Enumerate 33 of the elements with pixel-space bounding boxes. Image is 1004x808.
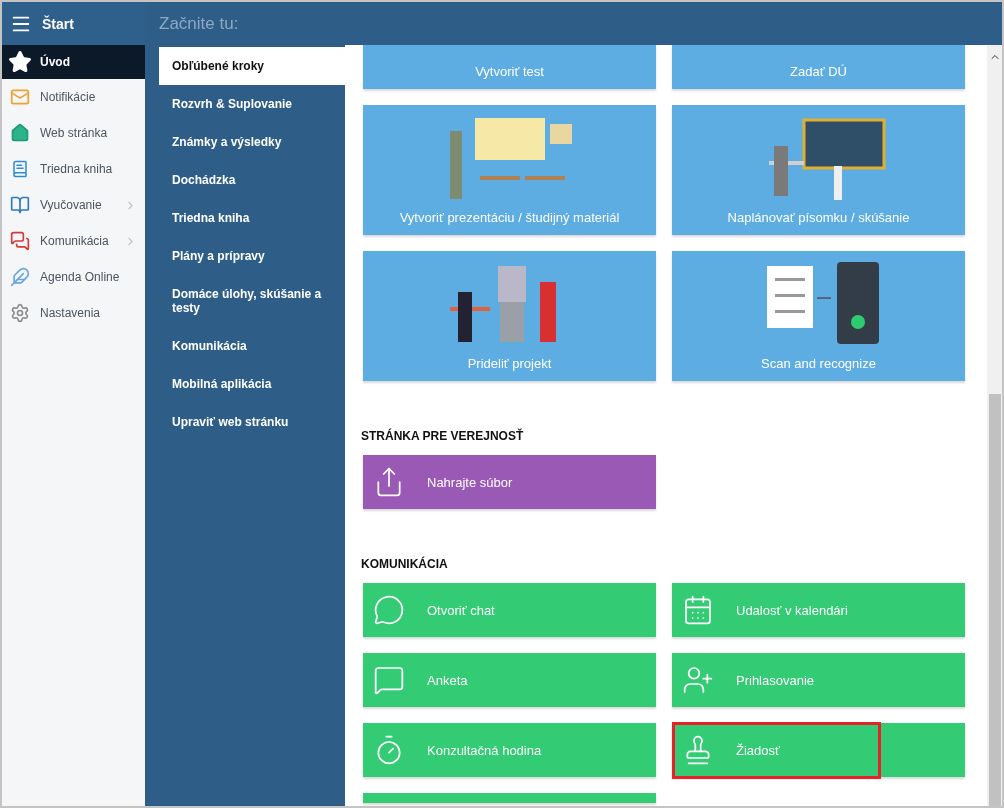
section-heading: KOMUNIKÁCIA	[361, 557, 449, 571]
feather-icon	[8, 267, 32, 287]
steps-menu-item[interactable]: Domáce úlohy, skúšanie a testy	[159, 275, 345, 327]
page-title: Začnite tu:	[159, 13, 239, 34]
calendar-icon	[682, 594, 714, 626]
envelope-icon	[8, 87, 32, 107]
steps-menu-item[interactable]: Upraviť web stránku	[159, 403, 345, 441]
menu-title[interactable]: Štart	[42, 15, 74, 32]
action-tile[interactable]	[363, 793, 656, 803]
steps-menu-item[interactable]: Mobilná aplikácia	[159, 365, 345, 403]
sidebar-item[interactable]: Web stránka	[2, 115, 145, 151]
sidebar-item[interactable]: Triedna kniha	[2, 151, 145, 187]
steps-menu-item[interactable]: Rozvrh & Suplovanie	[159, 85, 345, 123]
steps-menu-item[interactable]: Triedna kniha	[159, 199, 345, 237]
scrollbar-thumb[interactable]	[988, 394, 1001, 806]
section-heading: STRÁNKA PRE VEREJNOSŤ	[361, 429, 525, 443]
chat-bubbles-icon	[8, 231, 32, 251]
steps-menu-item[interactable]: Známky a výsledky	[159, 123, 345, 161]
star-icon	[8, 50, 32, 74]
sidebar-item[interactable]: Agenda Online	[2, 259, 145, 295]
action-tile[interactable]: Nahrajte súbor	[363, 455, 656, 509]
open-book-icon	[8, 195, 32, 215]
sidebar-item[interactable]: Nastavenia	[2, 295, 145, 331]
speech-bubble-icon	[373, 594, 405, 626]
sidebar-item[interactable]: Notifikácie	[2, 79, 145, 115]
sidebar-item[interactable]: Úvod	[2, 45, 145, 79]
steps-menu-item[interactable]: Dochádzka	[159, 161, 345, 199]
sidebar-item[interactable]: Vyučovanie	[2, 187, 145, 223]
steps-menu-item[interactable]: Plány a prípravy	[159, 237, 345, 275]
sidebar-item[interactable]: Komunikácia	[2, 223, 145, 259]
steps-menu-item[interactable]: Obľúbené kroky	[159, 47, 345, 85]
user-plus-icon	[682, 664, 714, 696]
steps-menu-item[interactable]: Komunikácia	[159, 327, 345, 365]
